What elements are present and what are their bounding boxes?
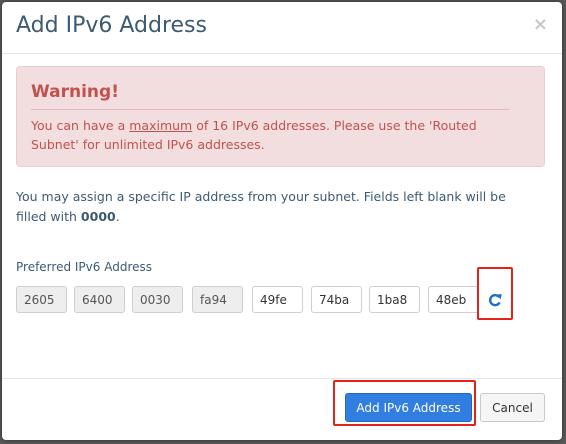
refresh-icon[interactable] (487, 289, 503, 309)
dialog-title: Add IPv6 Address (16, 13, 207, 38)
warning-alert: Warning! You can have a maximum of 16 IP… (16, 66, 545, 167)
info-message: You may assign a specific IP address fro… (16, 187, 536, 227)
add-ipv6-button[interactable]: Add IPv6 Address (345, 393, 472, 422)
cancel-button[interactable]: Cancel (480, 393, 545, 422)
alert-text-pre: You can have a (31, 118, 130, 133)
alert-divider (31, 109, 510, 110)
dialog-header: Add IPv6 Address × (2, 2, 562, 54)
ipv6-segment-5[interactable] (252, 286, 303, 313)
address-field-label: Preferred IPv6 Address (16, 260, 153, 274)
ipv6-segment-8[interactable] (428, 286, 479, 313)
ipv6-segment-6[interactable] (311, 286, 362, 313)
dialog-footer: Add IPv6 Address Cancel (2, 378, 562, 440)
ipv6-segment-4 (192, 286, 243, 313)
ipv6-segment-3 (132, 286, 183, 313)
ipv6-segment-7[interactable] (369, 286, 420, 313)
alert-heading: Warning! (31, 82, 119, 102)
alert-message: You can have a maximum of 16 IPv6 addres… (31, 116, 511, 154)
info-text-post: . (115, 209, 120, 224)
ipv6-segment-1 (16, 286, 67, 313)
add-ipv6-dialog: Add IPv6 Address × Warning! You can have… (2, 2, 562, 440)
info-text-bold: 0000 (80, 209, 116, 224)
alert-text-emphasis: maximum (129, 118, 193, 133)
ipv6-segment-2 (74, 286, 125, 313)
close-icon[interactable]: × (533, 14, 548, 35)
